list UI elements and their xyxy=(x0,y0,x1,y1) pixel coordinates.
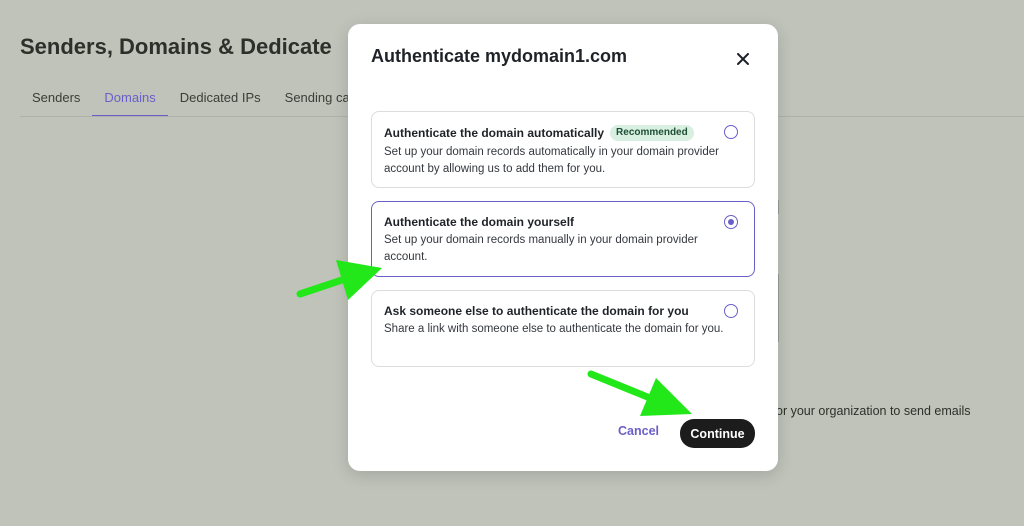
cancel-button[interactable]: Cancel xyxy=(618,424,659,438)
option-ask-someone-else[interactable]: Ask someone else to authenticate the dom… xyxy=(371,290,755,367)
option-title: Authenticate the domain yourself xyxy=(384,215,575,229)
tab-domains[interactable]: Domains xyxy=(92,88,168,117)
close-button[interactable] xyxy=(732,48,754,70)
option-description: Share a link with someone else to authen… xyxy=(384,323,724,335)
option-title: Authenticate the domain automatically xyxy=(384,126,605,140)
continue-button[interactable]: Continue xyxy=(680,419,755,448)
option-title: Ask someone else to authenticate the dom… xyxy=(384,304,689,318)
option-description: Set up your domain records manually in y… xyxy=(384,234,698,263)
radio-button[interactable] xyxy=(724,304,738,318)
page-title: Senders, Domains & Dedicate xyxy=(20,34,332,59)
dialog-title: Authenticate mydomain1.com xyxy=(371,46,628,66)
option-description: Set up your domain records automatically… xyxy=(384,146,719,175)
close-icon xyxy=(737,53,749,65)
tab-bar: Senders Domains Dedicated IPs Sending ca… xyxy=(20,88,376,117)
radio-button-selected[interactable] xyxy=(724,215,738,229)
option-authenticate-automatically[interactable]: Authenticate the domain automatically Re… xyxy=(371,111,755,188)
tab-senders[interactable]: Senders xyxy=(20,88,92,117)
authenticate-domain-dialog: Authenticate mydomain1.com Authenticate … xyxy=(348,24,778,471)
background-text-fragment: or your organization to send emails xyxy=(776,404,971,418)
radio-button[interactable] xyxy=(724,125,738,139)
option-authenticate-yourself[interactable]: Authenticate the domain yourself Set up … xyxy=(371,201,755,277)
recommended-badge: Recommended xyxy=(610,125,694,141)
tab-dedicated-ips[interactable]: Dedicated IPs xyxy=(168,88,273,117)
